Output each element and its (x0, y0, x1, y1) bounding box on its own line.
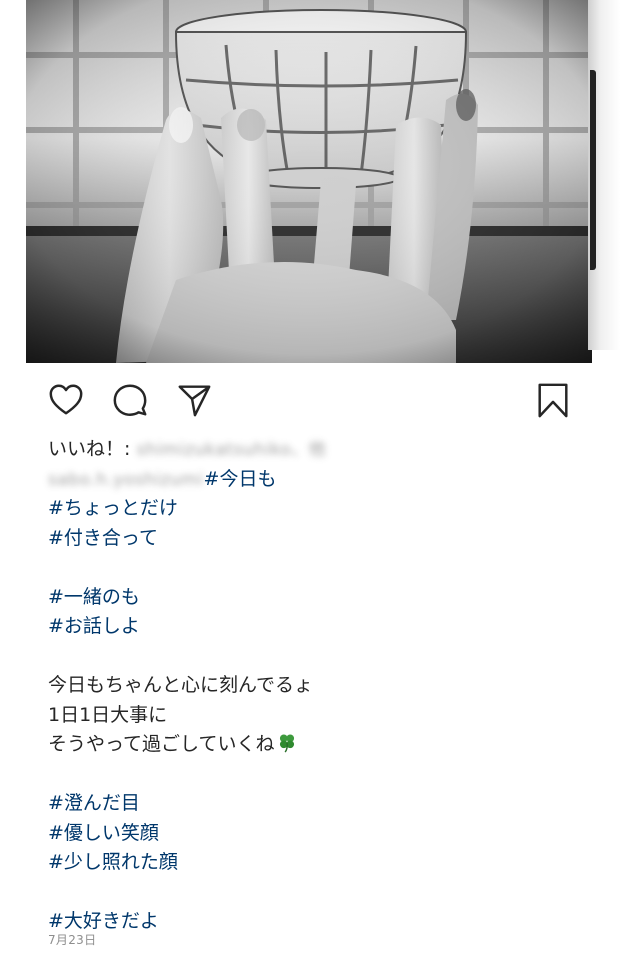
likes-users-blurred[interactable]: shimizukatsuhiko、他 (136, 436, 326, 466)
hashtag[interactable]: #澄んだ目 (48, 792, 140, 814)
hashtag[interactable]: #一緒のも (48, 586, 140, 608)
hashtag[interactable]: #お話しよ (48, 615, 140, 637)
save-button[interactable] (531, 378, 575, 422)
paper-plane-icon (178, 385, 211, 417)
caption-line: sabo.h.yoshizumi#今日も (48, 465, 588, 495)
heart-icon (49, 384, 83, 415)
caption-line: 今日もちゃんと心に刻んでるょ (48, 674, 314, 696)
caption-line: #お話しよ (48, 612, 588, 642)
post-caption: いいね！: shimizukatsuhiko、他 sabo.h.yoshizum… (48, 435, 588, 937)
caption-text: そうやって過ごしていくね (48, 733, 275, 755)
four-leaf-clover-icon (280, 734, 295, 753)
caption-line: #一緒のも (48, 583, 588, 613)
hashtag[interactable]: #今日も (204, 468, 277, 490)
post-date: 7月23日 (48, 933, 97, 947)
hashtag[interactable]: #少し照れた顔 (48, 851, 178, 873)
glass-in-hand-photo (26, 0, 592, 363)
comment-icon (113, 384, 147, 416)
post-actions-bar (0, 378, 620, 426)
hashtag[interactable]: #付き合って (48, 527, 158, 549)
hashtag[interactable]: #大好きだよ (48, 910, 159, 932)
bookmark-icon (538, 383, 568, 418)
caption-line: #優しい笑顔 (48, 819, 588, 849)
caption-line: #少し照れた顔 (48, 848, 588, 878)
caption-line: 1日1日大事に (48, 703, 168, 726)
screen-edge (588, 0, 620, 350)
caption-line: #澄んだ目 (48, 789, 588, 819)
post-photo[interactable] (26, 0, 592, 363)
likes-prefix: いいね！: (48, 438, 131, 460)
caption-line: #大好きだよ (48, 907, 588, 937)
likes-line: いいね！: shimizukatsuhiko、他 (48, 435, 588, 465)
hashtag[interactable]: #優しい笑顔 (48, 822, 159, 844)
caption-line: #付き合って (48, 524, 588, 554)
like-button[interactable] (44, 378, 88, 422)
share-button[interactable] (172, 378, 216, 422)
caption-line: #ちょっとだけ (48, 494, 588, 524)
caption-line: そうやって過ごしていくね (48, 730, 588, 760)
scroll-indicator (590, 70, 596, 270)
hashtag[interactable]: #ちょっとだけ (48, 497, 178, 519)
comment-button[interactable] (108, 378, 152, 422)
author-username-blurred[interactable]: sabo.h.yoshizumi (48, 466, 204, 496)
